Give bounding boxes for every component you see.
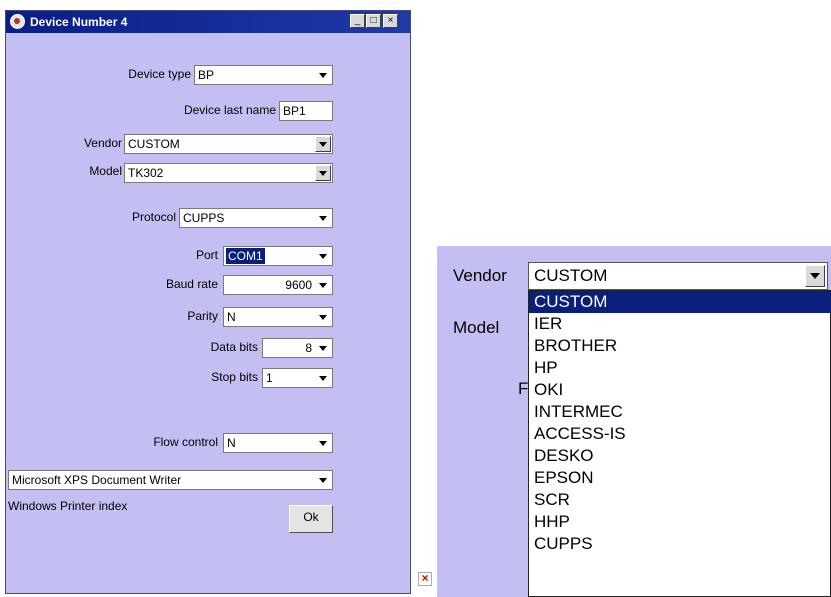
- device-last-name-value: BP1: [283, 104, 306, 118]
- data-bits-select[interactable]: 8: [262, 338, 333, 358]
- chevron-down-icon[interactable]: [315, 210, 331, 226]
- printer-value: Microsoft XPS Document Writer: [12, 473, 182, 487]
- vendor-option[interactable]: EPSON: [529, 467, 831, 489]
- zoom-vendor-value: CUSTOM: [534, 266, 608, 285]
- vendor-dropdown-zoom: Vendor CUSTOM Model F CUSTOM IER BROTHER…: [437, 246, 831, 597]
- device-type-label: Device type: [128, 67, 191, 81]
- ok-button[interactable]: Ok: [289, 505, 333, 533]
- window-title: Device Number 4: [30, 15, 128, 29]
- chevron-down-icon[interactable]: [315, 340, 331, 356]
- chevron-down-icon[interactable]: [315, 277, 331, 293]
- vendor-select[interactable]: CUSTOM: [124, 134, 333, 154]
- flow-control-select[interactable]: N: [223, 433, 333, 453]
- vendor-option[interactable]: OKI: [529, 379, 831, 401]
- vendor-option[interactable]: HHP: [529, 511, 831, 533]
- device-type-select[interactable]: BP: [194, 65, 333, 85]
- chevron-down-icon[interactable]: [315, 370, 331, 386]
- vendor-option[interactable]: INTERMEC: [529, 401, 831, 423]
- zoom-vendor-select[interactable]: CUSTOM: [528, 262, 828, 290]
- baud-rate-select[interactable]: 9600: [223, 275, 333, 295]
- vendor-option[interactable]: DESKO: [529, 445, 831, 467]
- device-dialog: Device Number 4 _ □ × Device type BP Dev…: [5, 10, 411, 594]
- vendor-label: Vendor: [83, 136, 122, 150]
- chevron-down-icon[interactable]: [315, 472, 331, 488]
- vendor-option[interactable]: ACCESS-IS: [529, 423, 831, 445]
- chevron-down-icon[interactable]: [315, 309, 331, 325]
- parity-select[interactable]: N: [223, 307, 333, 327]
- flow-control-value: N: [227, 436, 236, 450]
- chevron-down-icon[interactable]: [315, 248, 331, 264]
- vendor-option[interactable]: BROTHER: [529, 335, 831, 357]
- zoom-vendor-label: Vendor: [453, 266, 507, 285]
- vendor-option[interactable]: IER: [529, 313, 831, 335]
- port-select[interactable]: COM1: [223, 246, 333, 266]
- baud-rate-value: 9600: [285, 278, 312, 292]
- chevron-down-icon[interactable]: [315, 67, 331, 83]
- flow-control-label: Flow control: [153, 435, 218, 449]
- close-button[interactable]: ×: [383, 14, 398, 28]
- chevron-down-icon[interactable]: [805, 265, 825, 287]
- vendor-option[interactable]: HP: [529, 357, 831, 379]
- obscured-label-fragment: F: [518, 379, 529, 398]
- device-last-name-label: Device last name: [183, 103, 276, 117]
- parity-label: Parity: [187, 309, 218, 323]
- stop-bits-select[interactable]: 1: [262, 368, 333, 388]
- protocol-label: Protocol: [131, 210, 176, 224]
- device-type-value: BP: [198, 68, 215, 82]
- port-value: COM1: [226, 248, 265, 264]
- chevron-down-icon[interactable]: [315, 136, 331, 152]
- app-icon: [10, 14, 25, 29]
- zoom-model-label: Model: [453, 318, 500, 337]
- stop-bits-value: 1: [266, 371, 273, 385]
- minimize-button[interactable]: _: [350, 14, 365, 28]
- device-last-name-input[interactable]: BP1: [279, 101, 333, 121]
- data-bits-value: 8: [305, 341, 312, 355]
- vendor-option[interactable]: CUPPS: [529, 533, 831, 555]
- parity-value: N: [227, 310, 236, 324]
- printer-select[interactable]: Microsoft XPS Document Writer: [8, 470, 333, 490]
- chevron-down-icon[interactable]: [315, 165, 331, 181]
- baud-rate-label: Baud rate: [165, 277, 218, 291]
- data-bits-label: Data bits: [210, 340, 258, 354]
- model-value: TK302: [128, 166, 164, 180]
- vendor-value: CUSTOM: [128, 137, 180, 151]
- vendor-options-list[interactable]: CUSTOM IER BROTHER HP OKI INTERMEC ACCES…: [528, 290, 831, 597]
- maximize-button[interactable]: □: [366, 14, 381, 28]
- broken-image-icon: ×: [418, 572, 432, 586]
- printer-index-label: Windows Printer index: [8, 499, 128, 513]
- model-label: Model: [89, 164, 122, 178]
- vendor-option[interactable]: SCR: [529, 489, 831, 511]
- title-bar[interactable]: Device Number 4 _ □ ×: [6, 11, 410, 33]
- chevron-down-icon[interactable]: [315, 435, 331, 451]
- protocol-value: CUPPS: [183, 211, 225, 225]
- port-label: Port: [195, 248, 218, 262]
- model-select[interactable]: TK302: [124, 163, 333, 183]
- stop-bits-label: Stop bits: [211, 370, 258, 384]
- vendor-option[interactable]: CUSTOM: [529, 291, 831, 313]
- protocol-select[interactable]: CUPPS: [179, 208, 333, 228]
